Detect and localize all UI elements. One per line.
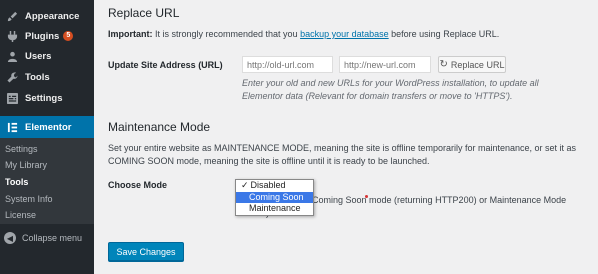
required-indicator-dot xyxy=(365,195,368,198)
wrench-icon xyxy=(4,69,20,85)
save-changes-button[interactable]: Save Changes xyxy=(108,242,184,261)
sidebar-item-tools[interactable]: Tools xyxy=(0,67,94,87)
submenu-item-tools[interactable]: Tools xyxy=(5,177,28,187)
refresh-icon: ↻ xyxy=(439,59,448,70)
sidebar-item-appearance[interactable]: Appearance xyxy=(0,6,94,26)
submenu-item-settings[interactable]: Settings xyxy=(5,144,38,154)
sidebar-item-elementor[interactable]: Elementor xyxy=(0,116,94,138)
update-count-badge: 5 xyxy=(63,31,74,41)
sidebar-item-label: Settings xyxy=(25,92,63,104)
old-url-input[interactable] xyxy=(242,56,333,73)
maintenance-description: Set your entire website as MAINTENANCE M… xyxy=(108,143,577,166)
mode-option-disabled[interactable]: Disabled xyxy=(236,180,313,192)
sidebar-item-label: Elementor xyxy=(25,121,72,133)
collapse-arrow-icon: ◀ xyxy=(4,232,16,244)
replace-url-button[interactable]: ↻ Replace URL xyxy=(438,56,506,73)
maintenance-mode-title: Maintenance Mode xyxy=(108,120,211,134)
replace-url-button-label: Replace URL xyxy=(450,59,505,70)
mode-dropdown-list[interactable]: Disabled Coming Soon Maintenance xyxy=(235,179,314,216)
important-text-before: It is strongly recommended that you xyxy=(152,29,301,39)
sidebar-item-label: Users xyxy=(25,50,52,62)
replace-url-title: Replace URL xyxy=(108,6,180,20)
plugin-icon xyxy=(4,28,20,44)
mode-option-coming-soon[interactable]: Coming Soon xyxy=(236,191,313,203)
collapse-menu-label: Collapse menu xyxy=(22,233,83,243)
elementor-icon xyxy=(4,119,20,135)
important-notice: Important: It is strongly recommended th… xyxy=(108,28,588,41)
replace-url-hint: Enter your old and new URLs for your Wor… xyxy=(242,78,539,101)
submenu-item-my-library[interactable]: My Library xyxy=(5,160,47,170)
main-content: Replace URL Important: It is strongly re… xyxy=(94,0,598,274)
important-label: Important: xyxy=(108,29,153,39)
submenu-item-license[interactable]: License xyxy=(5,210,36,220)
choose-mode-label: Choose Mode xyxy=(108,180,168,190)
users-icon xyxy=(4,48,20,64)
submenu-item-system-info[interactable]: System Info xyxy=(5,194,53,204)
sidebar-item-plugins[interactable]: Plugins 5 xyxy=(0,26,94,46)
update-site-address-label: Update Site Address (URL) xyxy=(108,60,223,70)
sidebar-item-settings[interactable]: Settings xyxy=(0,88,94,108)
admin-sidebar: Appearance Plugins 5 Users Tools Setting… xyxy=(0,0,94,274)
sidebar-item-users[interactable]: Users xyxy=(0,46,94,66)
sidebar-item-label: Plugins xyxy=(25,30,60,42)
sidebar-item-label: Appearance xyxy=(25,10,80,22)
important-text-after: before using Replace URL. xyxy=(388,29,500,39)
collapse-menu-button[interactable]: ◀ Collapse menu xyxy=(4,232,82,244)
settings-icon xyxy=(4,90,20,106)
mode-option-maintenance[interactable]: Maintenance xyxy=(236,203,313,215)
elementor-submenu: Settings My Library Tools System Info Li… xyxy=(0,138,94,224)
brush-icon xyxy=(4,8,20,24)
backup-database-link[interactable]: backup your database xyxy=(300,29,389,39)
new-url-input[interactable] xyxy=(339,56,431,73)
sidebar-item-label: Tools xyxy=(25,71,50,83)
